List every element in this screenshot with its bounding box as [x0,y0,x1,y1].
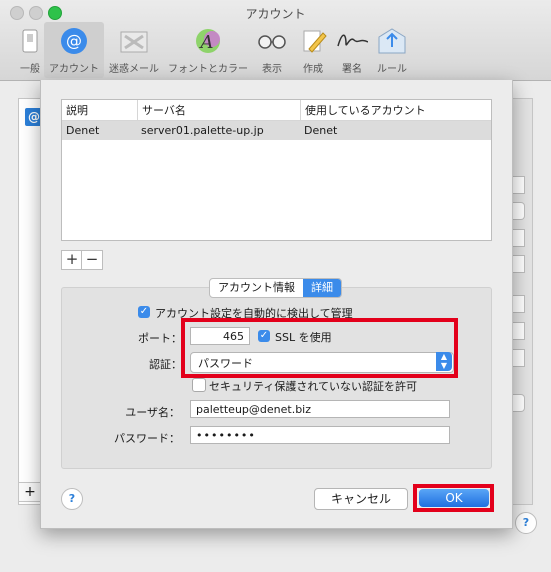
cancel-button[interactable]: キャンセル [314,488,408,510]
toolbar-item-rules[interactable]: ルール [362,22,422,78]
username-label: ユーザ名： [125,406,180,419]
toolbar-item-accounts[interactable]: @ アカウント [44,22,104,78]
junk-mail-icon [118,26,150,56]
cell-account: Denet [304,124,338,137]
ok-button[interactable]: OK [419,489,489,507]
svg-text:@: @ [66,31,82,50]
rules-icon [376,26,408,56]
at-icon: @ [58,26,90,56]
window-toolbar: アカウント 一般 @ アカウント 迷惑メール A フォントとカラー 表示 作成 [0,0,551,81]
switch-icon [14,26,46,56]
auth-label: 認証： [149,358,182,371]
toolbar-item-junk[interactable]: 迷惑メール [104,22,164,78]
tab-switcher: アカウント情報 詳細 [209,278,342,298]
password-field[interactable]: •••••••• [190,426,450,444]
toolbar-label: アカウント [49,64,99,75]
insecure-auth-checkbox[interactable] [192,378,206,392]
auto-detect-checkbox[interactable]: ✓ [138,306,150,318]
toolbar-label: フォントとカラー [168,64,248,75]
insecure-auth-label: セキュリティ保護されていない認証を許可 [209,380,418,393]
toolbar-label: 迷惑メール [109,64,159,75]
column-header-account[interactable]: 使用しているアカウント [300,100,491,121]
background-help-button[interactable]: ? [515,512,537,534]
add-server-button[interactable]: + [61,250,83,270]
font-color-icon: A [192,26,224,56]
toolbar-item-fonts-colors[interactable]: A フォントとカラー [166,22,250,78]
password-label: パスワード： [114,432,180,445]
port-auth-highlight [181,318,458,378]
table-row[interactable] [62,121,491,140]
server-table: 説明 サーバ名 使用しているアカウント Denet server01.palet… [61,99,492,241]
column-header-description[interactable]: 説明 [62,100,137,121]
toolbar-label: ルール [377,64,407,75]
port-label: ポート： [138,332,182,345]
window-title: アカウント [245,7,306,21]
remove-server-button[interactable]: − [81,250,103,270]
tab-account-info[interactable]: アカウント情報 [210,279,303,297]
svg-text:A: A [199,32,214,53]
cell-server-name: server01.palette-up.jp [141,124,264,137]
username-field[interactable]: paletteup@denet.biz [190,400,450,418]
column-header-server-name[interactable]: サーバ名 [137,100,300,121]
help-button[interactable]: ? [61,488,83,510]
cell-description: Denet [66,124,100,137]
add-account-button[interactable]: + [18,482,42,502]
tab-advanced[interactable]: 詳細 [303,279,341,297]
